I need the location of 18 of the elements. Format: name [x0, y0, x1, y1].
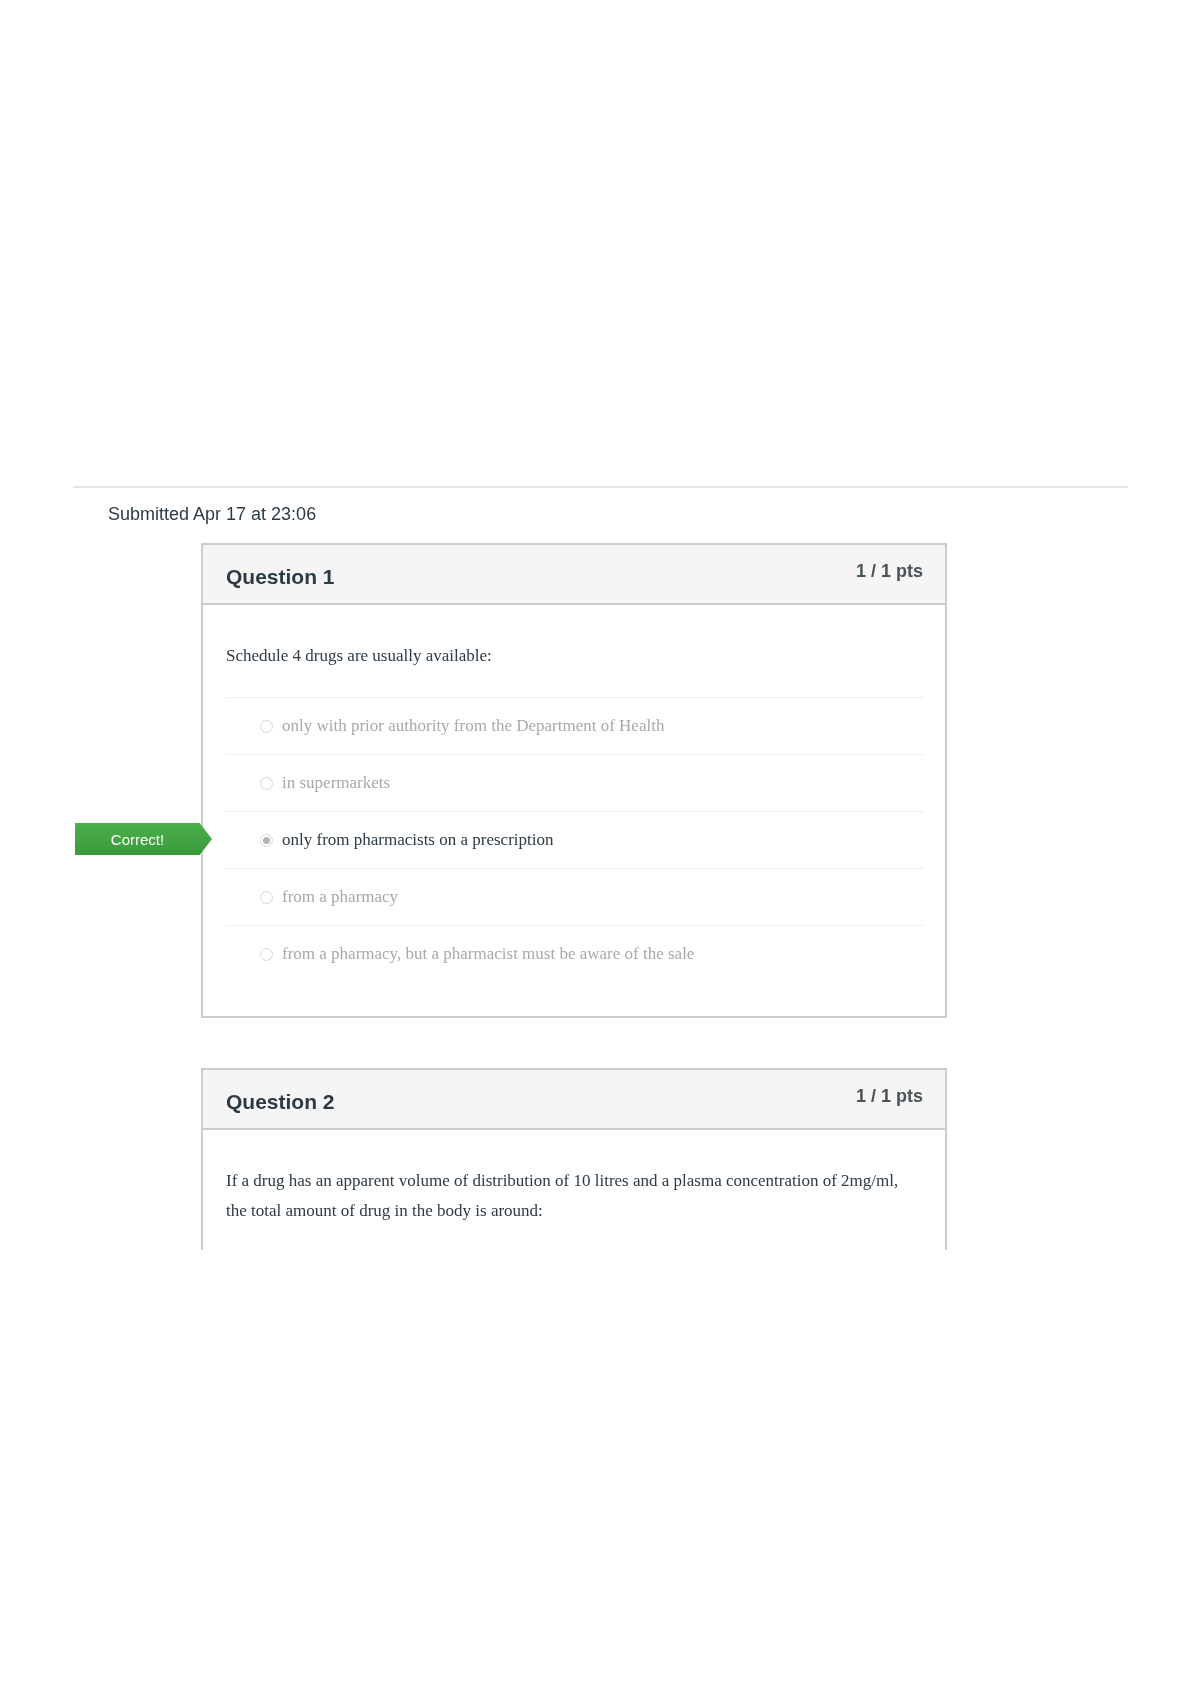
- submission-time: Submitted Apr 17 at 23:06: [108, 504, 318, 525]
- question-text: If a drug has an apparent volume of distribution of 10 litres and a plasma concentration of 2mg/ml, the total amount of drug in the body is around:: [226, 1170, 900, 1222]
- answer-text: from a pharmacy: [282, 887, 399, 907]
- question-text: Schedule 4 drugs are usually available:: [226, 645, 493, 667]
- answer-text: in supermarkets: [282, 773, 391, 793]
- answer-text: only with prior authority from the Department of Health: [282, 716, 665, 736]
- answer-text: from a pharmacy, but a pharmacist must be aware of the sale: [282, 944, 695, 964]
- question-points: 1 / 1 pts: [855, 561, 923, 582]
- correct-flag: Correct!: [75, 823, 212, 855]
- question-points: 1 / 1 pts: [855, 1086, 923, 1107]
- radio-button[interactable]: [260, 890, 273, 904]
- radio-button[interactable]: [260, 719, 273, 733]
- answer-text: only from pharmacists on a prescription: [282, 830, 554, 850]
- question-title: Question 2: [226, 1090, 335, 1114]
- radio-button[interactable]: [260, 947, 273, 961]
- question-title: Question 1: [226, 565, 335, 589]
- radio-button[interactable]: [260, 776, 273, 790]
- radio-button[interactable]: [260, 833, 273, 847]
